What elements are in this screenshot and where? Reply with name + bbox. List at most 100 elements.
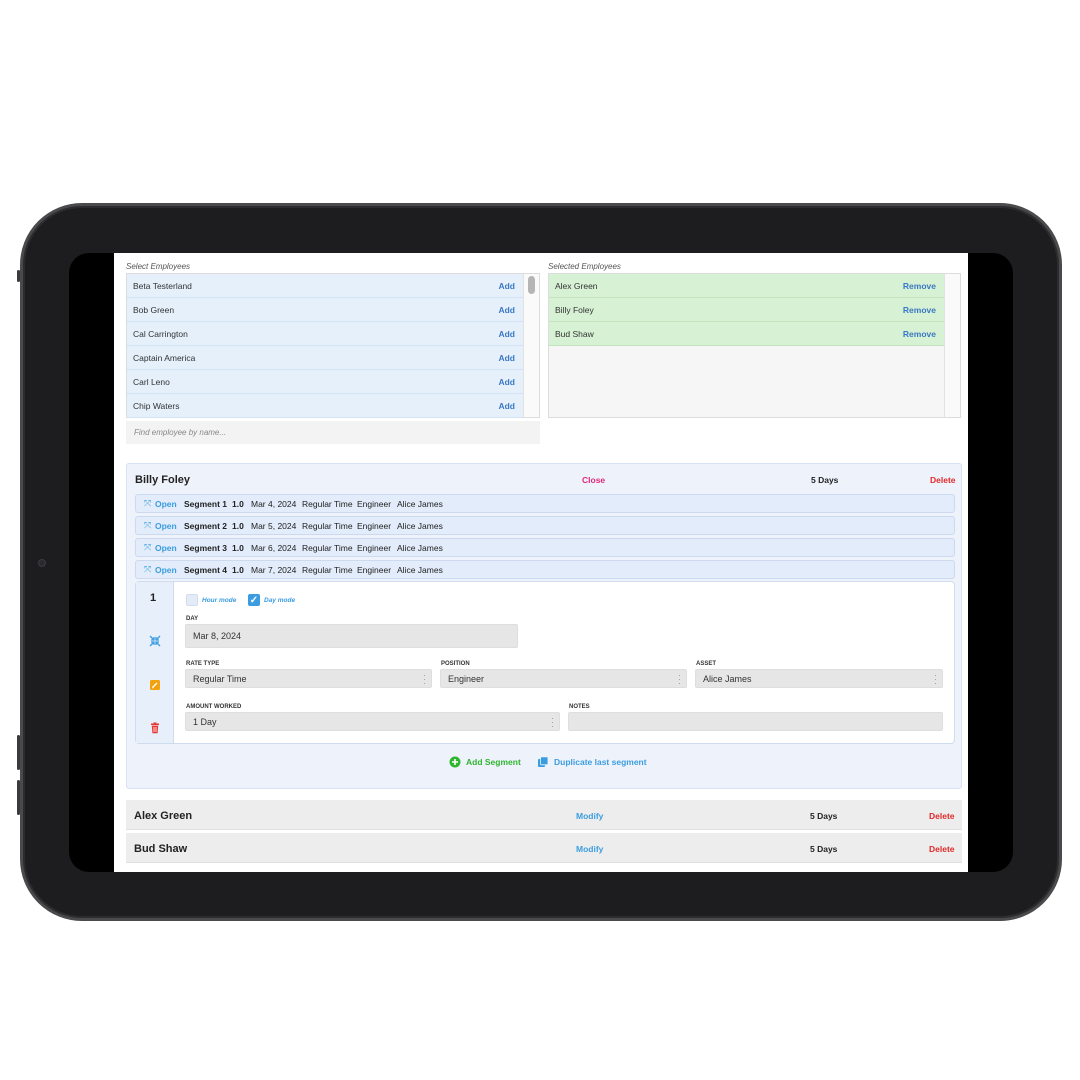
segment-value: 1.0 [232, 564, 244, 575]
asset-value: Alice James [703, 674, 752, 684]
position-select[interactable]: Engineer · · · [440, 669, 687, 688]
segment-rate-type: Regular Time [302, 520, 353, 531]
expand-icon[interactable]: ⤧ [144, 542, 155, 553]
list-item: Bud Shaw Remove [549, 322, 944, 346]
close-button[interactable]: Close [582, 475, 605, 485]
plus-circle-icon [449, 756, 461, 768]
segment-editor: 1 Hour mode ✓ Day mode DAY Mar 8, 2024 R… [135, 581, 955, 744]
segment-position: Engineer [357, 498, 392, 509]
selected-list-scrollbar[interactable] [944, 274, 960, 417]
add-button[interactable]: Add [498, 305, 515, 315]
segment-number: 1 [150, 592, 157, 604]
modify-button[interactable]: Modify [576, 844, 603, 854]
asset-label: ASSET [696, 661, 717, 667]
duplicate-segment-button[interactable]: Duplicate last segment [537, 756, 647, 768]
segment-row[interactable]: ⤧ Open Segment 1 1.0 Mar 4, 2024 Regular Time… [135, 494, 955, 513]
segment-asset: Alice James [397, 498, 443, 509]
list-item: Cal Carrington Add [127, 322, 523, 346]
segment-rate-type: Regular Time [302, 542, 353, 553]
add-button[interactable]: Add [498, 401, 515, 411]
app-screen: Select Employees Beta Testerland Add Bob G… [114, 253, 968, 872]
notes-field[interactable] [568, 712, 943, 731]
amount-worked-select[interactable]: 1 Day · · · [185, 712, 560, 731]
trash-icon[interactable] [149, 722, 161, 734]
employee-name: Captain America [133, 352, 196, 363]
remove-button[interactable]: Remove [903, 329, 936, 339]
open-button[interactable]: Open [155, 543, 184, 553]
employee-name: Billy Foley [135, 474, 191, 486]
segment-date: Mar 6, 2024 [251, 542, 297, 553]
hour-mode-checkbox[interactable] [186, 594, 198, 606]
expand-icon[interactable]: ⤧ [144, 564, 155, 575]
modify-button[interactable]: Modify [576, 811, 603, 821]
employee-card-header: Billy Foley Close 5 Days Delete [127, 464, 961, 494]
segment-asset: Alice James [397, 520, 443, 531]
open-button[interactable]: Open [155, 499, 184, 509]
amount-worked-label: AMOUNT WORKED [186, 704, 242, 710]
segment-date: Mar 4, 2024 [251, 498, 297, 509]
segment-row[interactable]: ⤧ Open Segment 4 1.0 Mar 7, 2024 Regular Time… [135, 560, 955, 579]
segment-value: 1.0 [232, 542, 244, 553]
position-value: Engineer [448, 674, 485, 684]
duplicate-icon [538, 756, 549, 767]
remove-button[interactable]: Remove [903, 281, 936, 291]
employee-name: Alex Green [555, 280, 598, 291]
employee-name: Bud Shaw [134, 843, 188, 855]
employee-name: Bud Shaw [555, 328, 594, 339]
employee-name: Beta Testerland [133, 280, 192, 291]
open-button[interactable]: Open [155, 565, 184, 575]
expand-icon[interactable]: ⤧ [144, 498, 155, 509]
segment-row[interactable]: ⤧ Open Segment 2 1.0 Mar 5, 2024 Regular Time… [135, 516, 955, 535]
expand-icon[interactable]: ⤧ [144, 520, 155, 531]
segment-name: Segment 2 [184, 520, 227, 531]
edit-icon[interactable] [149, 679, 161, 691]
add-button[interactable]: Add [498, 353, 515, 363]
delete-button[interactable]: Delete [929, 844, 955, 854]
remove-button[interactable]: Remove [903, 305, 936, 315]
volume-up-button [17, 735, 20, 770]
duplicate-segment-label: Duplicate last segment [554, 757, 647, 767]
day-mode-toggle[interactable]: ✓ Day mode [248, 594, 295, 606]
segment-date: Mar 7, 2024 [251, 564, 297, 575]
segment-asset: Alice James [397, 564, 443, 575]
volume-down-button [17, 780, 20, 815]
scrollbar-thumb[interactable] [528, 276, 535, 294]
employee-card-collapsed: Alex Green Modify 5 Days Delete [126, 800, 962, 830]
employee-card-expanded: Billy Foley Close 5 Days Delete ⤧ Open Seg… [126, 463, 962, 789]
segment-date: Mar 5, 2024 [251, 520, 297, 531]
rate-type-select[interactable]: Regular Time · · · [185, 669, 432, 688]
delete-button[interactable]: Delete [930, 475, 956, 485]
employee-name: Bob Green [133, 304, 175, 315]
segment-name: Segment 3 [184, 542, 227, 553]
rate-type-label: RATE TYPE [186, 661, 220, 667]
day-field[interactable]: Mar 8, 2024 [185, 624, 518, 648]
add-button[interactable]: Add [498, 329, 515, 339]
list-item: Carl Leno Add [127, 370, 523, 394]
open-button[interactable]: Open [155, 521, 184, 531]
segment-editor-sidebar: 1 [136, 582, 174, 743]
select-handle-icon: · · · [551, 713, 554, 731]
checkmark-icon[interactable]: ✓ [248, 594, 260, 606]
hour-mode-toggle[interactable]: Hour mode [186, 594, 236, 606]
add-button[interactable]: Add [498, 377, 515, 387]
employee-name: Cal Carrington [133, 328, 188, 339]
front-camera [38, 559, 46, 567]
day-label: DAY [186, 616, 199, 622]
list-item: Bob Green Add [127, 298, 523, 322]
asset-select[interactable]: Alice James · · · [695, 669, 943, 688]
collapse-icon[interactable] [149, 635, 161, 647]
list-item: Chip Waters Add [127, 394, 523, 418]
add-segment-label: Add Segment [466, 757, 521, 767]
delete-button[interactable]: Delete [929, 811, 955, 821]
select-list-scrollbar[interactable] [523, 274, 539, 417]
add-segment-button[interactable]: Add Segment [449, 756, 521, 768]
notes-label: NOTES [569, 704, 590, 710]
employee-name: Billy Foley [555, 304, 594, 315]
add-button[interactable]: Add [498, 281, 515, 291]
segment-row[interactable]: ⤧ Open Segment 3 1.0 Mar 6, 2024 Regular Time… [135, 538, 955, 557]
segment-position: Engineer [357, 520, 392, 531]
find-employee-input[interactable]: Find employee by name... [126, 421, 540, 444]
list-item: Billy Foley Remove [549, 298, 944, 322]
select-handle-icon: · · · [423, 670, 426, 688]
segment-position: Engineer [357, 564, 392, 575]
